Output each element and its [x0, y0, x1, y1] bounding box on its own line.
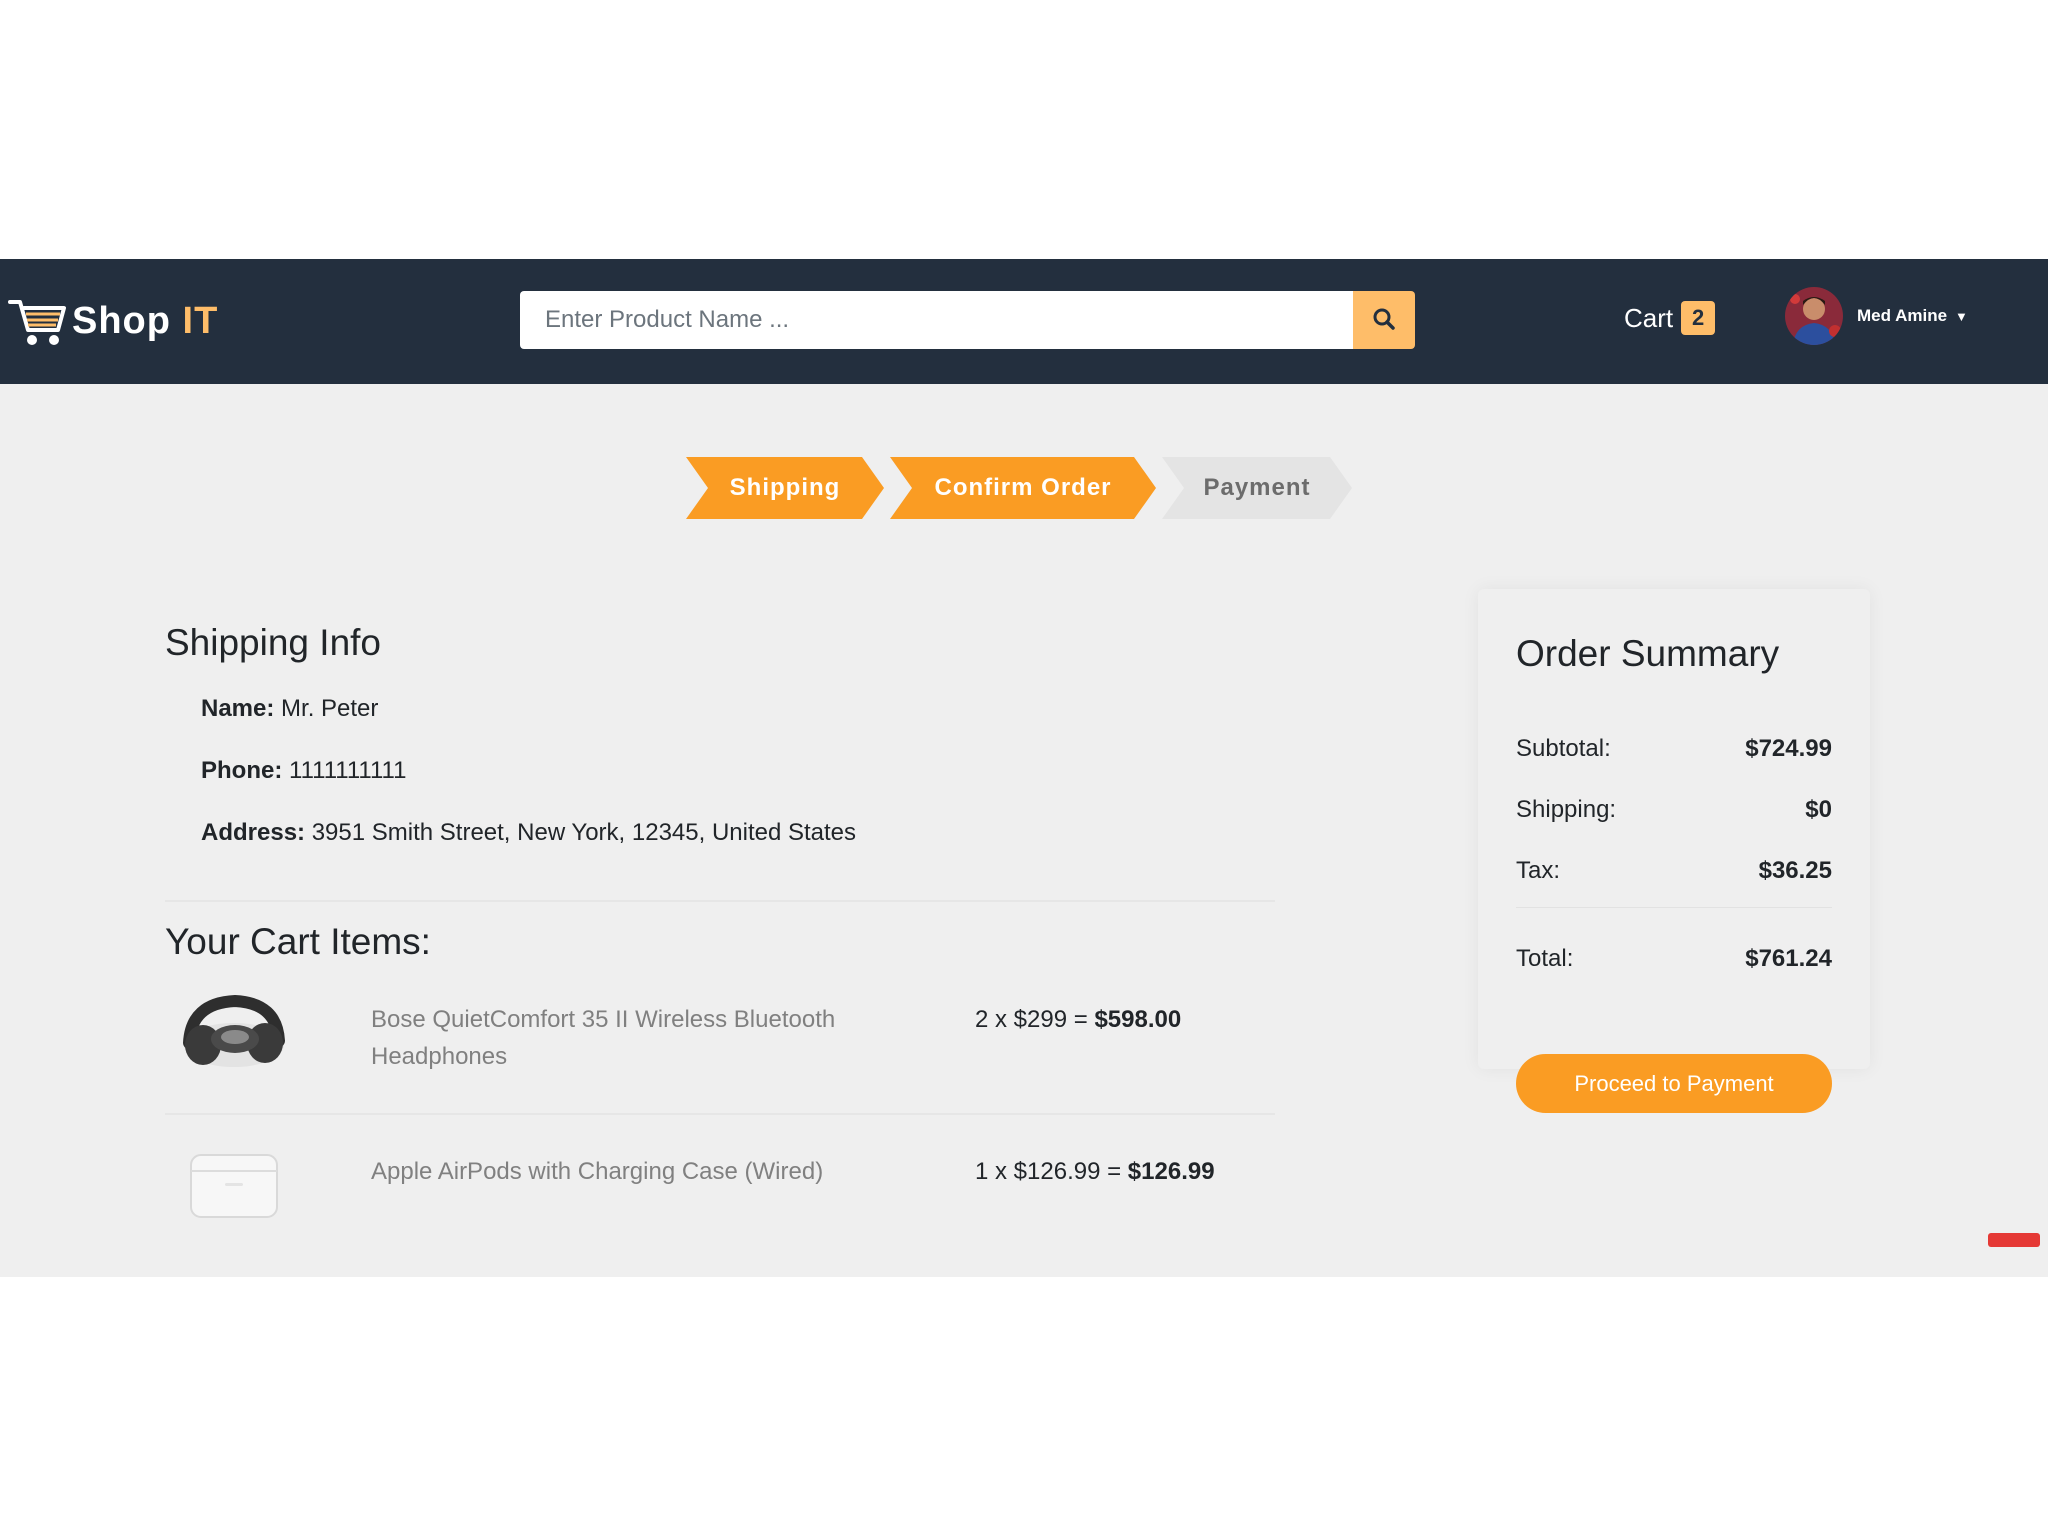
item-qty-price: 1 x $126.99 = [975, 1158, 1128, 1185]
total-row: Total: $761.24 [1516, 945, 1832, 973]
item-price: 2 x $299 = $598.00 [975, 1001, 1181, 1038]
cart-item: Bose QuietComfort 35 II Wireless Bluetoo… [165, 963, 1275, 1113]
search-bar [520, 291, 1415, 349]
name-value: Mr. Peter [281, 695, 379, 722]
youtube-icon [1988, 1233, 2040, 1247]
cart-items-section: Your Cart Items: Bose QuietComfort 35 II… [165, 921, 1275, 1235]
tax-value: $36.25 [1758, 857, 1832, 884]
step-payment: Payment [1162, 457, 1352, 519]
logo[interactable]: Shop IT [6, 291, 218, 351]
search-button[interactable] [1353, 291, 1415, 349]
shipping-label: Shipping: [1516, 796, 1617, 823]
airpods-image [179, 1145, 289, 1225]
tax-row: Tax: $36.25 [1516, 857, 1832, 885]
shipping-value: $0 [1805, 796, 1832, 823]
address-label: Address: [201, 819, 306, 846]
checkout-steps: Shipping Confirm Order Payment [686, 457, 1358, 519]
shipping-row: Shipping: $0 [1516, 796, 1832, 824]
shopping-cart-icon [6, 292, 68, 350]
shipping-info-section: Shipping Info Name: Mr. Peter Phone: 111… [165, 622, 1275, 902]
app-screen: Shop IT Cart 2 [0, 259, 2048, 1277]
search-icon [1372, 307, 1396, 334]
item-total: $126.99 [1127, 1158, 1215, 1185]
step-shipping[interactable]: Shipping [686, 457, 884, 519]
phone-label: Phone: [201, 757, 283, 784]
cart-count-badge: 2 [1681, 301, 1716, 335]
summary-divider [1516, 907, 1832, 908]
avatar [1785, 287, 1843, 345]
user-name: Med Amine [1857, 306, 1948, 325]
item-qty-price: 2 x $299 = [975, 1006, 1095, 1033]
headphones-image [179, 994, 289, 1075]
user-menu[interactable]: Med Amine ▼ [1785, 287, 1968, 345]
cart-items-title: Your Cart Items: [165, 921, 431, 962]
caret-down-icon: ▼ [1955, 308, 1968, 324]
order-summary: Order Summary Subtotal: $724.99 Shipping… [1478, 589, 1870, 1113]
cart-item: Apple AirPods with Charging Case (Wired)… [165, 1115, 1275, 1235]
address-value: 3951 Smith Street, New York, 12345, Unit… [311, 819, 857, 846]
proceed-to-payment-button[interactable]: Proceed to Payment [1516, 1054, 1832, 1113]
item-total: $598.00 [1094, 1006, 1182, 1033]
shipping-info-title: Shipping Info [165, 622, 382, 663]
step-confirm-order[interactable]: Confirm Order [890, 457, 1156, 519]
phone-value: 1111111111 [289, 757, 407, 784]
total-value: $761.24 [1745, 945, 1832, 972]
total-label: Total: [1516, 945, 1574, 972]
shipping-address: Address: 3951 Smith Street, New York, 12… [201, 802, 1275, 864]
logo-text-it: IT [182, 299, 219, 342]
subtotal-value: $724.99 [1745, 735, 1832, 762]
search-input[interactable] [520, 291, 1353, 349]
name-label: Name: [201, 695, 275, 722]
logo-text-shop: Shop [72, 299, 183, 342]
cart-label: Cart [1624, 302, 1674, 333]
navbar: Shop IT Cart 2 [0, 259, 2048, 384]
logo-text: Shop IT [72, 300, 218, 343]
shipping-phone: Phone: 1111111111 [201, 740, 1275, 802]
subtotal-row: Subtotal: $724.99 [1516, 735, 1832, 763]
subtotal-label: Subtotal: [1516, 735, 1611, 762]
tax-label: Tax: [1516, 857, 1561, 884]
order-summary-title: Order Summary [1516, 633, 1780, 674]
item-name-link[interactable]: Bose QuietComfort 35 II Wireless Bluetoo… [371, 1001, 901, 1075]
divider [165, 900, 1275, 902]
shipping-name: Name: Mr. Peter [201, 678, 1275, 740]
item-name-link[interactable]: Apple AirPods with Charging Case (Wired) [371, 1153, 901, 1190]
item-price: 1 x $126.99 = $126.99 [975, 1153, 1215, 1190]
cart-link[interactable]: Cart 2 [1624, 301, 1716, 335]
